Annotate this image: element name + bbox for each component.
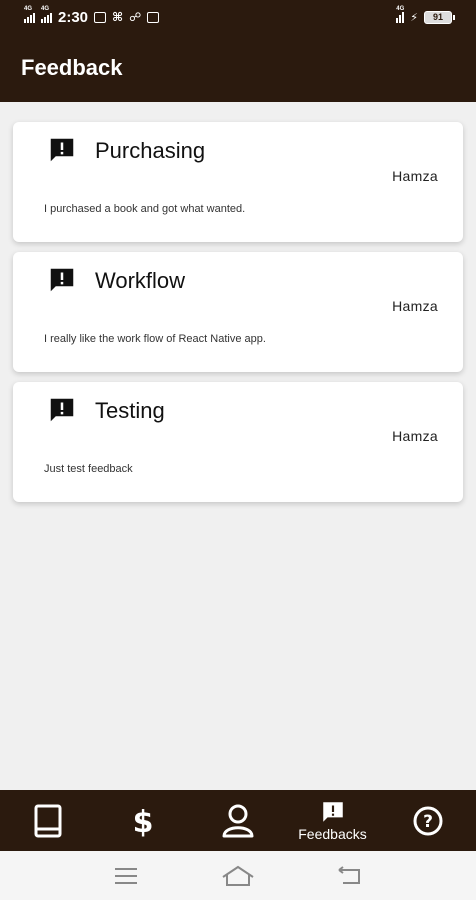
feedback-author: Hamza <box>392 168 438 184</box>
svg-text:$: $ <box>132 805 153 838</box>
feedback-body: Just test feedback <box>44 463 133 475</box>
bottom-nav: $ Feedbacks ? <box>0 790 476 851</box>
back-icon <box>338 865 360 884</box>
feedback-body: I purchased a book and got what wanted. <box>44 203 246 215</box>
signal-icon: 4G <box>24 6 35 23</box>
nav-profile[interactable] <box>190 790 285 851</box>
feedback-card[interactable]: Testing Hamza Just test feedback <box>13 382 463 502</box>
system-nav-bar <box>0 851 476 900</box>
battery-level: 91 <box>432 12 443 22</box>
nav-payments[interactable]: $ <box>95 790 190 851</box>
book-icon <box>34 804 61 837</box>
feedback-list: Purchasing Hamza I purchased a book and … <box>13 122 463 512</box>
status-bar: 4G 4G 2:30 ⌘ ☍ 4G ⚡ 91 <box>0 0 476 34</box>
dollar-icon: $ <box>132 805 153 838</box>
feedback-author: Hamza <box>392 428 438 444</box>
mail-icon <box>147 11 160 23</box>
page-title: Feedback <box>21 55 123 80</box>
feedback-title: Testing <box>95 398 165 423</box>
media-icon: ☍ <box>129 10 142 24</box>
feedback-title: Purchasing <box>95 138 206 163</box>
nav-feedbacks-label: Feedbacks <box>298 826 367 842</box>
usb-icon: ⌘ <box>112 10 124 24</box>
home-button[interactable] <box>218 861 258 891</box>
notification-icon <box>94 11 107 23</box>
feedback-card[interactable]: Workflow Hamza I really like the work fl… <box>13 252 463 372</box>
status-right: 4G ⚡ 91 <box>396 6 455 24</box>
feedback-card[interactable]: Purchasing Hamza I purchased a book and … <box>13 122 463 242</box>
nav-books[interactable] <box>0 790 95 851</box>
app-header: Feedback <box>0 34 476 102</box>
feedback-title: Workflow <box>95 268 186 293</box>
status-left: 4G 4G 2:30 ⌘ ☍ <box>24 6 160 26</box>
feedback-icon <box>322 802 343 822</box>
home-icon <box>222 865 254 886</box>
help-icon: ? <box>413 806 442 835</box>
status-time: 2:30 <box>58 8 89 26</box>
feedback-body: I really like the work flow of React Nat… <box>44 333 266 345</box>
feedback-icon <box>50 398 74 422</box>
feedback-author: Hamza <box>392 298 438 314</box>
user-icon <box>222 804 253 837</box>
signal-icon-2: 4G <box>41 6 52 23</box>
nav-help[interactable]: ? <box>380 790 475 851</box>
feedback-icon <box>50 138 74 162</box>
back-button[interactable] <box>330 861 370 891</box>
data-signal-icon: 4G <box>396 6 404 23</box>
feedback-icon <box>50 268 74 292</box>
battery-icon: 91 <box>424 10 455 24</box>
menu-icon <box>115 867 137 884</box>
svg-text:?: ? <box>423 812 433 832</box>
nav-feedbacks[interactable]: Feedbacks <box>285 790 380 851</box>
charging-icon: ⚡ <box>410 11 418 24</box>
menu-button[interactable] <box>106 861 146 891</box>
